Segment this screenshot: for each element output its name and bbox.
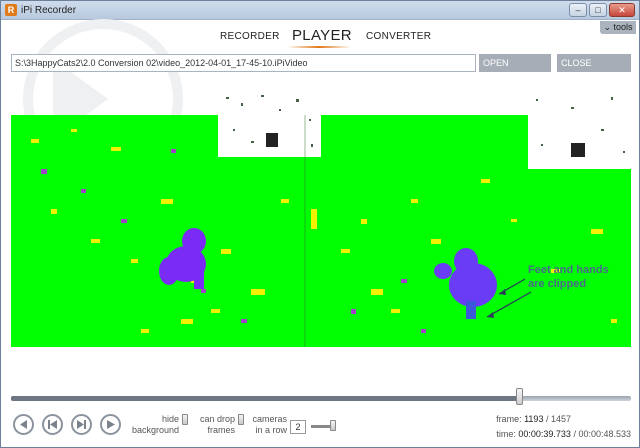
file-path-field[interactable]: S:\3HappyCats2\2.0 Conversion 02\video_2… (11, 54, 476, 72)
timeline-progress (11, 396, 520, 401)
time-total: / 00:00:48.533 (573, 429, 631, 439)
play-button[interactable] (100, 414, 121, 435)
step-back-button[interactable] (42, 414, 63, 435)
play-icon (107, 420, 115, 429)
app-window: R iPi Recorder – □ ✕ ⌄ tools RECORDER PL… (0, 0, 640, 448)
timeline-slider[interactable] (11, 396, 631, 401)
annotation-line1: Feet and hands (528, 264, 609, 276)
hide-background-label: hide background (131, 414, 179, 435)
close-file-button[interactable]: CLOSE (557, 54, 631, 72)
open-button[interactable]: OPEN (479, 54, 551, 72)
step-forward-icon (77, 420, 86, 429)
minimize-button[interactable]: – (569, 3, 587, 17)
depth-video-view: Feet and hands are clipped (11, 89, 631, 347)
can-drop-frames-label: can drop frames (199, 414, 235, 435)
inset-subject-left (266, 133, 278, 147)
tab-converter[interactable]: CONVERTER (366, 31, 431, 42)
maximize-button[interactable]: □ (589, 3, 607, 17)
app-logo-icon: R (5, 4, 17, 16)
cameras-in-row-slider-thumb[interactable] (330, 420, 336, 431)
tab-recorder[interactable]: RECORDER (220, 31, 280, 42)
frame-info: frame: 1193 / 1457 (496, 414, 571, 424)
inset-subject-right (571, 143, 585, 157)
tab-player[interactable]: PLAYER (292, 27, 352, 44)
close-window-button[interactable]: ✕ (609, 3, 635, 17)
frame-total: / 1457 (545, 414, 571, 424)
annotation-line2: are clipped (528, 278, 586, 290)
timeline-slider-thumb[interactable] (516, 388, 524, 405)
time-current: 00:00:39.733 (518, 429, 571, 439)
active-tab-indicator (287, 46, 351, 48)
can-drop-frames-toggle[interactable] (238, 414, 244, 425)
cameras-in-row-value[interactable]: 2 (290, 420, 306, 434)
hide-background-toggle[interactable] (182, 414, 188, 425)
frame-current: 1193 (524, 414, 544, 424)
window-title: iPi Recorder (21, 5, 77, 16)
step-forward-button[interactable] (71, 414, 92, 435)
triangle-left-icon (20, 420, 27, 429)
time-info: time: 00:00:39.733 / 00:00:48.533 (496, 429, 631, 439)
mode-tabs: RECORDER PLAYER CONVERTER (1, 25, 639, 53)
cameras-in-row-label: cameras in a row (252, 414, 287, 435)
previous-frame-button[interactable] (13, 414, 34, 435)
step-back-icon (48, 420, 57, 429)
title-bar: R iPi Recorder – □ ✕ (1, 1, 639, 20)
